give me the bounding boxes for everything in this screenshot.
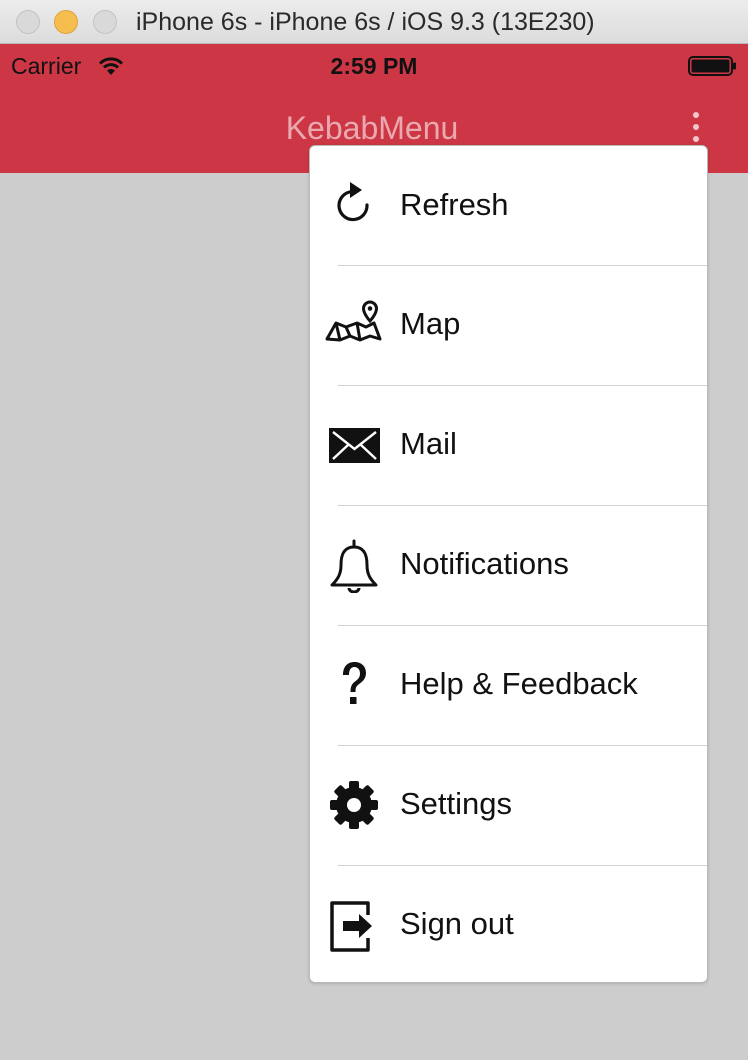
menu-item-sign-out[interactable]: Sign out — [310, 865, 707, 982]
status-time: 2:59 PM — [330, 53, 418, 79]
menu-item-label: Mail — [400, 426, 457, 461]
window-title: iPhone 6s - iPhone 6s / iOS 9.3 (13E230) — [136, 8, 595, 36]
menu-item-label: Refresh — [400, 187, 509, 222]
menu-item-refresh[interactable]: Refresh — [310, 146, 707, 265]
menu-item-label: Notifications — [400, 546, 569, 581]
menu-item-mail[interactable]: Mail — [310, 385, 707, 505]
help-icon — [324, 657, 384, 713]
window-close-button[interactable] — [16, 10, 40, 34]
mail-icon — [324, 417, 384, 473]
menu-item-label: Map — [400, 306, 461, 341]
popup-menu: Refresh Map Mail Notifications Help & Fe… — [309, 145, 708, 983]
bell-icon — [324, 537, 384, 593]
refresh-icon — [324, 178, 384, 234]
menu-item-settings[interactable]: Settings — [310, 745, 707, 865]
menu-item-help[interactable]: Help & Feedback — [310, 625, 707, 745]
gear-icon — [324, 777, 384, 833]
menu-item-label: Sign out — [400, 906, 514, 941]
map-icon — [324, 297, 384, 353]
kebab-menu-icon[interactable] — [684, 110, 708, 144]
menu-item-label: Settings — [400, 786, 513, 821]
page-title: KebabMenu — [285, 110, 459, 146]
menu-item-label: Help & Feedback — [400, 666, 638, 701]
battery-full-icon — [688, 56, 736, 76]
window-minimize-button[interactable] — [54, 10, 78, 34]
menu-item-notifications[interactable]: Notifications — [310, 505, 707, 625]
menu-item-map[interactable]: Map — [310, 265, 707, 385]
simulator-title-bar: iPhone 6s - iPhone 6s / iOS 9.3 (13E230) — [0, 0, 748, 44]
window-zoom-button[interactable] — [93, 10, 117, 34]
sign-out-icon — [324, 897, 384, 953]
